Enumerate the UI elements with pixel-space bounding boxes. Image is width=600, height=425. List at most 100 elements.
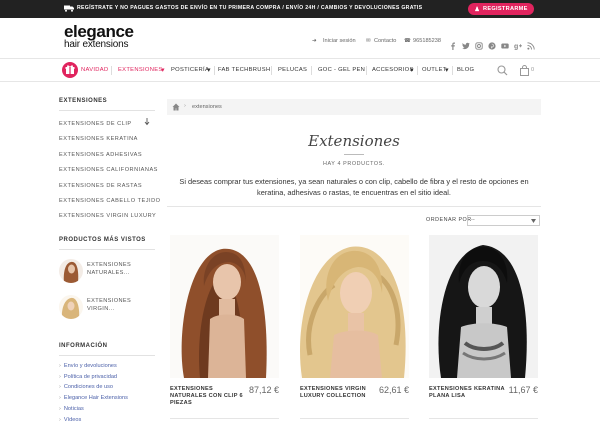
svg-text:g: g — [514, 44, 518, 51]
contact-link[interactable]: Contacto — [374, 38, 396, 44]
product-price: 62,61 € — [378, 385, 409, 395]
google-plus-icon[interactable]: g — [514, 37, 522, 51]
divider — [59, 110, 155, 111]
mail-icon: ✉ — [366, 38, 371, 44]
shopping-bag-icon[interactable] — [519, 65, 530, 76]
category-description: Si deseas comprar tus extensiones, ya se… — [179, 177, 529, 197]
divider — [59, 249, 155, 250]
chevron-down-icon[interactable]: ▾ — [161, 66, 165, 74]
register-label: REGISTRARME — [483, 6, 528, 12]
breadcrumb: › extensiones — [167, 99, 541, 115]
login-link[interactable]: Iniciar sesión — [323, 38, 356, 44]
nav-item-extensiones[interactable]: EXTENSIONES — [118, 67, 163, 73]
nav-item-navidad[interactable]: NAVIDAD — [81, 67, 108, 73]
product-image[interactable] — [300, 235, 409, 378]
product-name[interactable]: EXTENSIONES VIRGIN LUXURY COLLECTION — [300, 386, 380, 400]
most-viewed-item-1[interactable]: EXTENSIONES NATURALES... — [87, 261, 131, 277]
product-thumbnail[interactable] — [59, 295, 83, 319]
nav-item-posticeria[interactable]: POSTICERÍA — [171, 67, 209, 73]
arrow-down-icon[interactable] — [144, 118, 150, 126]
sidebar-item-adhesivas[interactable]: EXTENSIONES ADHESIVAS — [59, 152, 142, 158]
page-title: Extensiones — [308, 132, 400, 150]
truck-icon — [64, 5, 74, 12]
user-icon: ♟ — [474, 6, 481, 13]
logo[interactable]: elegance hair extensions — [64, 23, 134, 50]
product-count: HAY 4 PRODUCTOS. — [322, 161, 386, 167]
twitter-icon[interactable] — [462, 37, 470, 50]
header: elegance hair extensions ➜ Iniciar sesió… — [0, 18, 600, 58]
phone-number[interactable]: 965185238 — [413, 38, 441, 44]
sidebar-heading: EXTENSIONES — [59, 98, 108, 104]
login-icon: ➜ — [312, 38, 317, 44]
most-viewed-heading: PRODUCTOS MÁS VISTOS — [59, 237, 146, 243]
nav-divider — [214, 66, 215, 75]
facebook-icon[interactable] — [449, 37, 457, 50]
product-name[interactable]: EXTENSIONES NATURALES CON CLIP 6 PIEZAS — [170, 386, 250, 406]
chevron-down-icon[interactable]: ▾ — [445, 66, 449, 74]
nav-item-outlet[interactable]: OUTLET — [422, 67, 447, 73]
nav-divider — [271, 66, 272, 75]
nav-divider — [111, 66, 112, 75]
youtube-icon[interactable] — [501, 37, 509, 49]
sidebar-item-virgin-luxury[interactable]: EXTENSIONES VIRGIN LUXURY — [59, 213, 156, 219]
divider — [59, 355, 155, 356]
nav-item-goc-gel-pen[interactable]: GOC - GEL PEN — [318, 67, 365, 73]
info-link-videos[interactable]: › Vídeos — [59, 417, 81, 423]
nav-divider — [366, 66, 367, 75]
info-link-envio[interactable]: › Envío y devoluciones — [59, 363, 117, 369]
chevron-down-icon — [531, 219, 536, 223]
info-link-condiciones[interactable]: › Condiciones de uso — [59, 384, 113, 390]
sort-label: ORDENAR POR — [426, 217, 472, 223]
sidebar-item-rastas[interactable]: EXTENSIONES DE RASTAS — [59, 183, 142, 189]
product-thumbnail[interactable] — [59, 259, 83, 283]
sidebar-item-clip[interactable]: EXTENSIONES DE CLIP — [59, 121, 132, 127]
nav-item-accesorios[interactable]: ACCESORIOS — [372, 67, 414, 73]
register-button[interactable]: ♟ REGISTRARME — [468, 3, 534, 15]
search-icon[interactable] — [497, 65, 508, 76]
chevron-right-icon: › — [59, 374, 61, 380]
product-image[interactable] — [170, 235, 279, 378]
chevron-right-icon: › — [59, 363, 61, 369]
product-image[interactable] — [429, 235, 538, 378]
nav-divider — [452, 66, 453, 75]
nav-item-fab-techbrush[interactable]: FAB TECHBRUSH — [218, 67, 270, 73]
chevron-down-icon[interactable]: ▾ — [207, 66, 211, 74]
main-nav: NAVIDAD EXTENSIONES ▾ POSTICERÍA ▾ FAB T… — [0, 58, 600, 82]
nav-item-blog[interactable]: BLOG — [457, 67, 474, 73]
info-link-privacidad[interactable]: › Política de privacidad — [59, 374, 117, 380]
product-name[interactable]: EXTENSIONES KERATINA PLANA LISA — [429, 386, 509, 400]
most-viewed-item-2[interactable]: EXTENSIONES VIRGIN... — [87, 297, 131, 313]
sort-value: -- — [471, 217, 475, 223]
sidebar-item-californianas[interactable]: EXTENSIONES CALIFORNIANAS — [59, 167, 158, 173]
chevron-right-icon: › — [59, 395, 61, 401]
instagram-icon[interactable] — [475, 37, 483, 50]
info-link-noticias[interactable]: › Noticias — [59, 406, 84, 412]
nav-divider — [311, 66, 312, 75]
sidebar-item-cabello-tejido[interactable]: EXTENSIONES CABELLO TEJIDO — [59, 198, 161, 204]
cart-count[interactable]: 0 — [531, 67, 534, 73]
breadcrumb-separator: › — [184, 103, 186, 109]
rss-icon[interactable] — [527, 37, 535, 50]
breadcrumb-current: extensiones — [192, 104, 222, 110]
phone-icon: ☎ — [404, 38, 411, 44]
divider — [429, 418, 538, 419]
divider — [170, 418, 279, 419]
product-price: 11,67 € — [508, 385, 538, 395]
chevron-right-icon: › — [59, 384, 61, 390]
chevron-right-icon: › — [59, 417, 61, 423]
divider — [167, 206, 541, 207]
chevron-right-icon: › — [59, 406, 61, 412]
info-link-elegance[interactable]: › Elegance Hair Extensions — [59, 395, 128, 401]
info-heading: INFORMACIÓN — [59, 343, 108, 349]
chevron-down-icon[interactable]: ▾ — [410, 66, 414, 74]
pinterest-icon[interactable] — [488, 37, 496, 50]
nav-item-pelucas[interactable]: PELUCAS — [278, 67, 307, 73]
promo-text: REGÍSTRATE Y NO PAGUES GASTOS DE ENVÍO E… — [77, 5, 423, 11]
sort-select[interactable]: -- — [467, 215, 540, 226]
sidebar-item-keratina[interactable]: EXTENSIONES KERATINA — [59, 136, 138, 142]
divider — [344, 154, 364, 155]
home-icon[interactable] — [172, 103, 180, 111]
nav-divider — [417, 66, 418, 75]
social-icons: g — [449, 37, 535, 51]
gift-icon[interactable] — [62, 62, 78, 78]
